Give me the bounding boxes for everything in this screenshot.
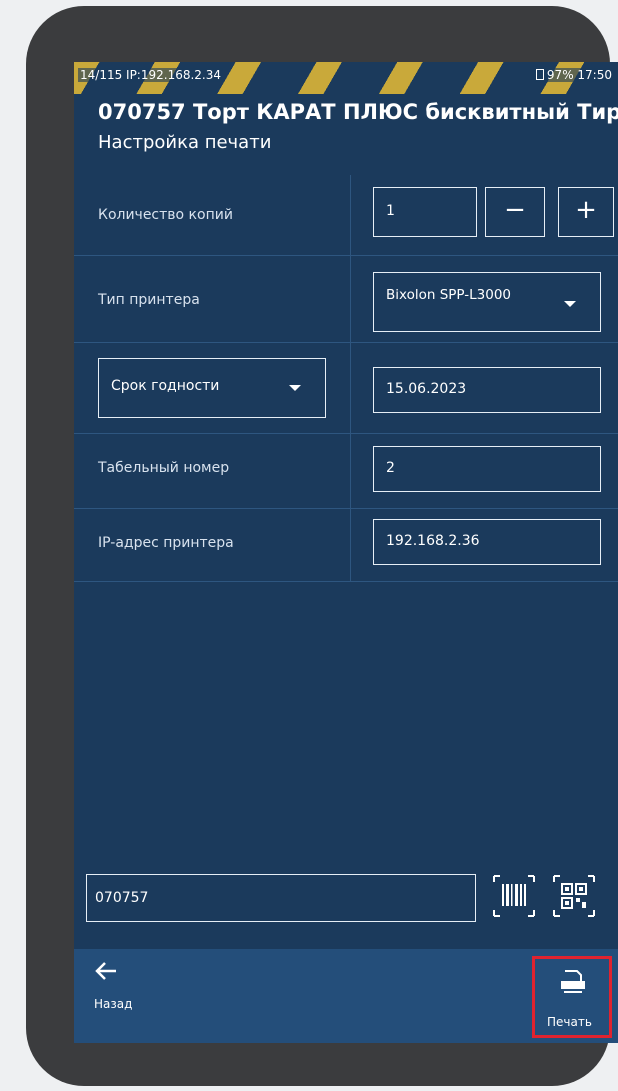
print-button[interactable]: Печать bbox=[532, 956, 612, 1038]
qr-code-icon[interactable] bbox=[550, 872, 598, 920]
employee-number-label: Табельный номер bbox=[98, 460, 230, 476]
copies-input[interactable]: 1 bbox=[373, 187, 477, 237]
employee-number-input[interactable]: 2 bbox=[373, 446, 601, 492]
caret-down-icon bbox=[289, 385, 301, 391]
row-date: Срок годности 15.06.2023 bbox=[74, 343, 618, 434]
printer-icon bbox=[559, 969, 587, 999]
battery-time-text: 97% 17:50 bbox=[546, 68, 612, 82]
printer-ip-label: IP-адрес принтера bbox=[98, 535, 234, 551]
page-title: 070757 Торт КАРАТ ПЛЮС бисквитный Тир... bbox=[98, 100, 618, 124]
barcode-scan-value: 070757 bbox=[95, 890, 149, 906]
expiry-date-input[interactable]: 15.06.2023 bbox=[373, 367, 601, 413]
app-screen: 14/115 IP:192.168.2.34 97% 17:50 070757 … bbox=[74, 62, 618, 1043]
battery-icon bbox=[535, 69, 544, 80]
phone-frame: 14/115 IP:192.168.2.34 97% 17:50 070757 … bbox=[26, 6, 618, 1086]
increase-copies-button[interactable]: + bbox=[558, 187, 614, 237]
row-employee-number: Табельный номер 2 bbox=[74, 434, 618, 509]
printer-type-select[interactable]: Bixolon SPP-L3000 bbox=[373, 272, 601, 332]
decrease-copies-button[interactable]: − bbox=[485, 187, 545, 237]
caret-down-icon bbox=[564, 301, 576, 307]
row-printer-type: Тип принтера Bixolon SPP-L3000 bbox=[74, 256, 618, 343]
row-copies: Количество копий 1 − + bbox=[74, 175, 618, 256]
date-type-select[interactable]: Срок годности bbox=[98, 358, 326, 418]
barcode-scan-input[interactable]: 070757 bbox=[86, 874, 476, 922]
status-right-text: 97% 17:50 bbox=[533, 68, 614, 82]
copies-label: Количество копий bbox=[98, 207, 233, 223]
copies-value: 1 bbox=[386, 203, 395, 219]
status-left-text: 14/115 IP:192.168.2.34 bbox=[78, 68, 224, 82]
date-type-value: Срок годности bbox=[111, 378, 220, 394]
printer-ip-value: 192.168.2.36 bbox=[386, 533, 480, 549]
back-label: Назад bbox=[94, 997, 133, 1011]
page-subtitle: Настройка печати bbox=[98, 132, 272, 153]
back-button[interactable]: Назад bbox=[94, 959, 132, 1011]
barcode-icon[interactable] bbox=[490, 872, 538, 920]
arrow-left-icon bbox=[94, 959, 132, 989]
status-bar: 14/115 IP:192.168.2.34 97% 17:50 bbox=[74, 62, 618, 94]
row-printer-ip: IP-адрес принтера 192.168.2.36 bbox=[74, 509, 618, 582]
employee-number-value: 2 bbox=[386, 460, 395, 476]
bottom-nav: Назад Печать bbox=[74, 949, 618, 1043]
printer-ip-input[interactable]: 192.168.2.36 bbox=[373, 519, 601, 565]
printer-type-label: Тип принтера bbox=[98, 292, 200, 308]
print-label: Печать bbox=[547, 1015, 592, 1029]
printer-type-value: Bixolon SPP-L3000 bbox=[386, 287, 512, 303]
expiry-date-value: 15.06.2023 bbox=[386, 381, 467, 397]
